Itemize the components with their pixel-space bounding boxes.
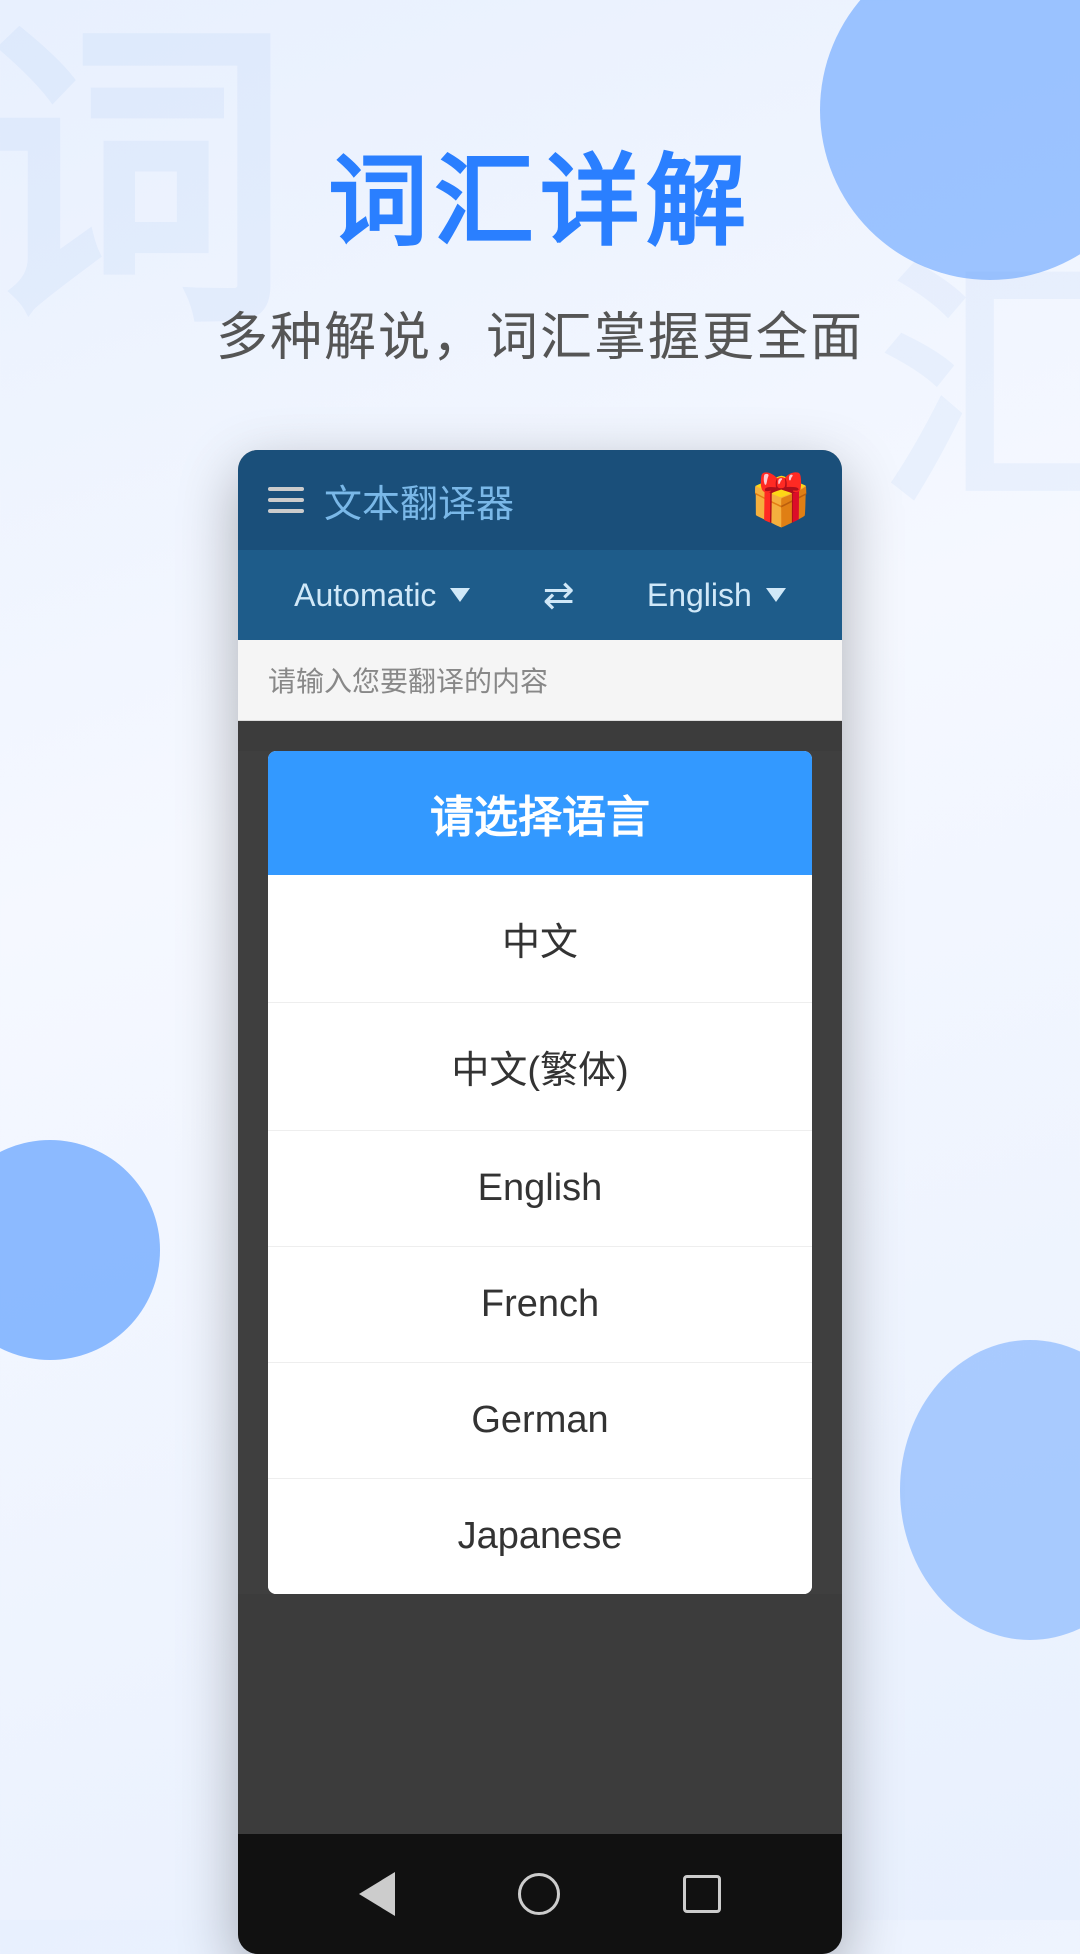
dialog-title: 请选择语言 xyxy=(430,793,650,842)
swap-languages-button[interactable]: ⇄ xyxy=(543,573,575,618)
page-subtitle: 多种解说，词汇掌握更全面 xyxy=(216,295,864,370)
source-language-label: Automatic xyxy=(294,577,436,614)
hamburger-line xyxy=(268,498,304,502)
translation-input-area[interactable]: 请输入您要翻译的内容 xyxy=(238,640,842,721)
app-toolbar: 文本翻译器 🎁 xyxy=(238,450,842,550)
source-language-button[interactable]: Automatic xyxy=(294,577,470,614)
target-language-button[interactable]: English xyxy=(647,577,786,614)
app-title: 文本翻译器 xyxy=(324,473,514,528)
dialog-header: 请选择语言 xyxy=(268,751,812,875)
hamburger-line xyxy=(268,509,304,513)
language-item-zh-tw[interactable]: 中文(繁体) xyxy=(268,1003,812,1131)
source-lang-dropdown-arrow xyxy=(450,588,470,602)
language-select-dialog: 请选择语言 中文中文(繁体)EnglishFrenchGermanJapanes… xyxy=(268,751,812,1594)
language-item-de[interactable]: German xyxy=(268,1363,812,1479)
language-item-ja[interactable]: Japanese xyxy=(268,1479,812,1594)
language-item-fr[interactable]: French xyxy=(268,1247,812,1363)
hamburger-line xyxy=(268,487,304,491)
target-language-label: English xyxy=(647,577,752,614)
input-placeholder-text: 请输入您要翻译的内容 xyxy=(268,666,548,697)
gift-icon[interactable]: 🎁 xyxy=(750,471,812,530)
language-list: 中文中文(繁体)EnglishFrenchGermanJapanese xyxy=(268,875,812,1594)
language-item-zh[interactable]: 中文 xyxy=(268,875,812,1003)
nav-home-button[interactable] xyxy=(518,1873,560,1915)
app-mockup: 文本翻译器 🎁 Automatic ⇄ English 请输入您要翻译的内容 xyxy=(238,450,842,1954)
bottom-navigation-bar xyxy=(238,1834,842,1954)
nav-back-button[interactable] xyxy=(359,1872,395,1916)
target-lang-dropdown-arrow xyxy=(766,588,786,602)
hamburger-menu-button[interactable] xyxy=(268,487,304,513)
nav-recents-button[interactable] xyxy=(683,1875,721,1913)
dialog-backdrop-bottom xyxy=(238,1594,842,1834)
language-item-en[interactable]: English xyxy=(268,1131,812,1247)
dialog-overlay: 请选择语言 中文中文(繁体)EnglishFrenchGermanJapanes… xyxy=(238,721,842,1834)
language-selector-row: Automatic ⇄ English xyxy=(238,550,842,640)
page-title: 词汇详解 xyxy=(328,120,752,265)
